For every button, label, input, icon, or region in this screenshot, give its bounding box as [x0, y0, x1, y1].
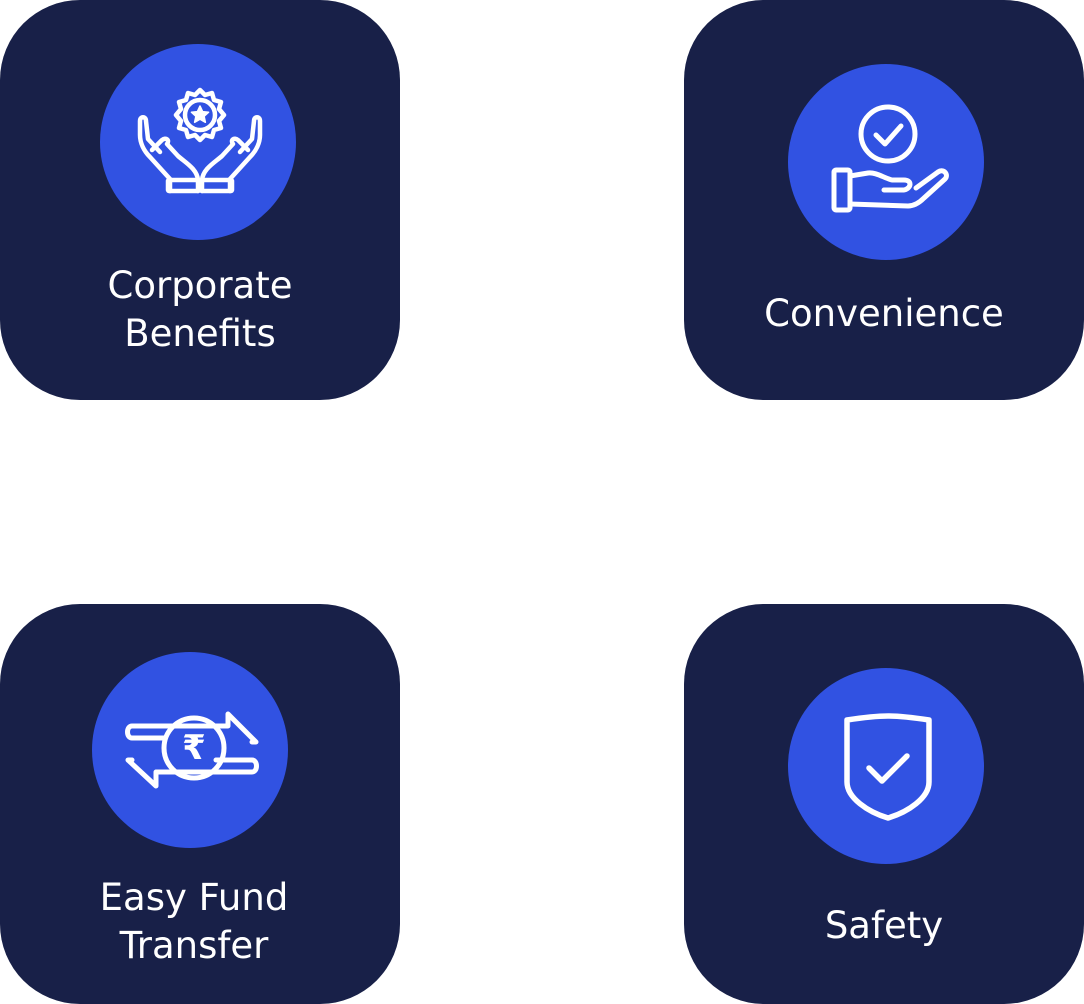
hands-badge-icon [137, 87, 263, 194]
icon-circle: ₹ [92, 652, 288, 848]
shield-check-icon [844, 713, 932, 821]
feature-label-line: Transfer [119, 924, 269, 967]
feature-card-convenience: Convenience [684, 0, 1084, 400]
feature-card-safety: Safety [684, 604, 1084, 1004]
icon-circle [100, 44, 296, 240]
rupee-symbol: ₹ [182, 728, 206, 768]
feature-label: Easy Fund Transfer [0, 874, 394, 970]
feature-label-line: Corporate [107, 264, 293, 307]
feature-label-line: Benefits [124, 312, 276, 355]
feature-card-corporate-benefits: Corporate Benefits [0, 0, 400, 400]
feature-label-line: Convenience [764, 292, 1004, 335]
feature-label: Safety [684, 902, 1084, 950]
feature-label-line: Easy Fund [99, 876, 289, 919]
icon-circle [788, 64, 984, 260]
feature-card-easy-fund-transfer: ₹ Easy Fund Transfer [0, 604, 400, 1004]
feature-label: Corporate Benefits [0, 262, 400, 358]
feature-label-line: Safety [824, 904, 944, 947]
feature-label: Convenience [684, 290, 1084, 338]
hand-check-icon [831, 104, 949, 213]
icon-circle [788, 668, 984, 864]
